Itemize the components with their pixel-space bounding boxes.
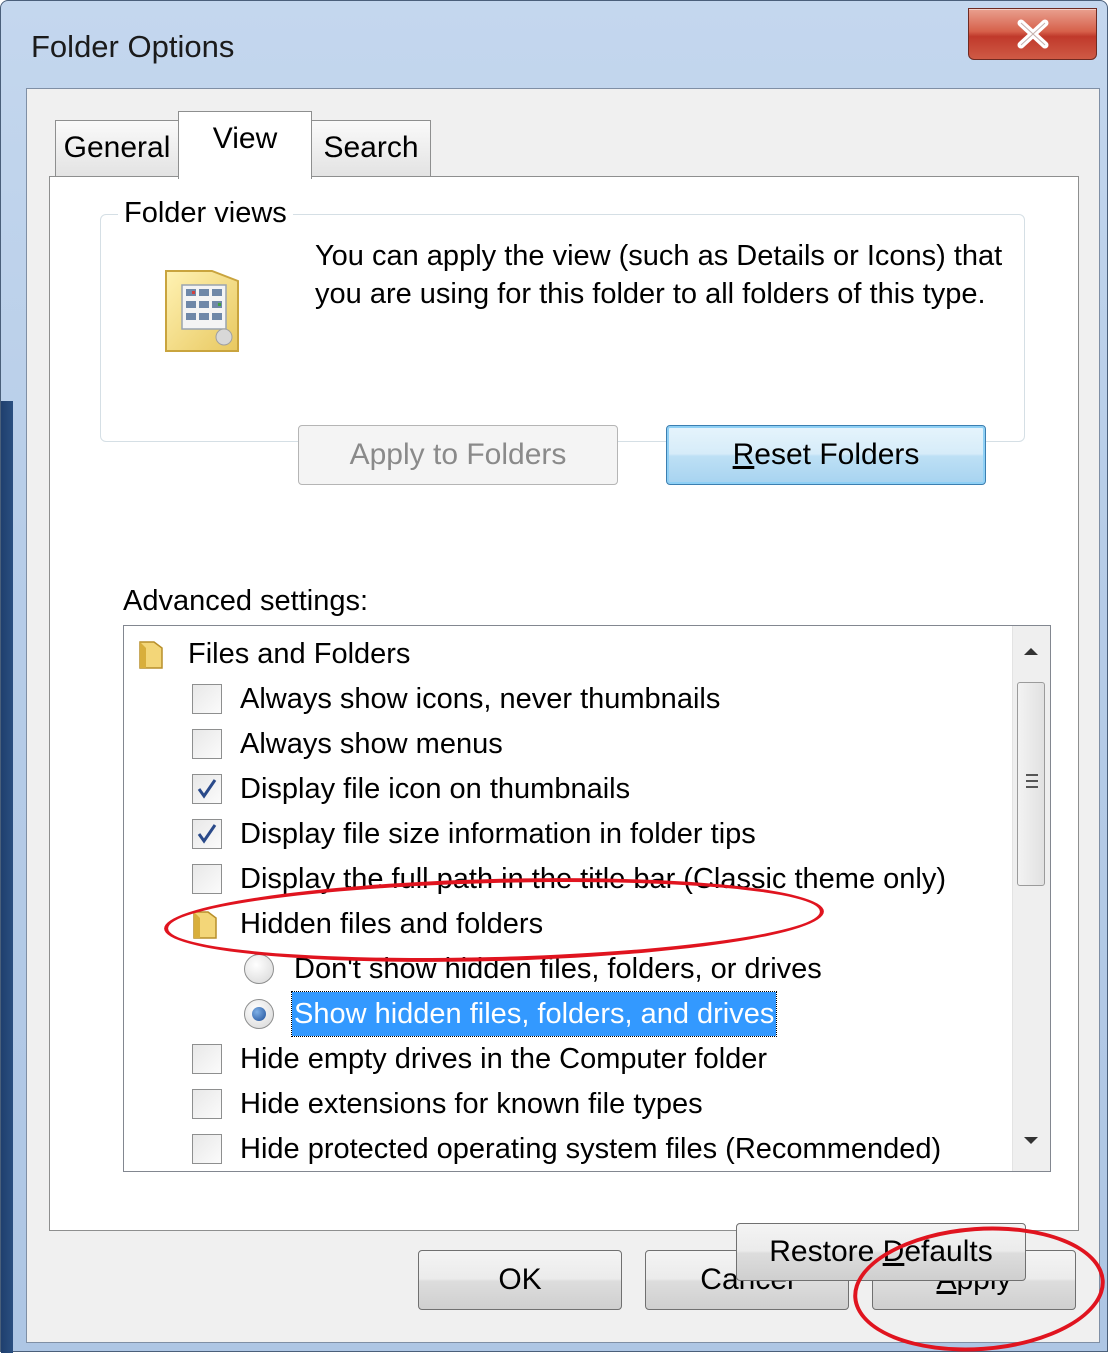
checkbox-label: Hide empty drives in the Computer folder — [240, 1043, 768, 1075]
ok-button[interactable]: OK — [418, 1250, 622, 1310]
background-window-edge — [1, 401, 13, 1353]
radio-button[interactable] — [244, 954, 274, 984]
reset-mnemonic: R — [732, 438, 755, 471]
tab-label: View — [212, 122, 278, 155]
scroll-thumb[interactable] — [1017, 682, 1045, 886]
tab-view[interactable]: View — [178, 111, 312, 179]
folder-views-label: Folder views — [118, 197, 293, 230]
tab-search[interactable]: Search — [311, 120, 431, 176]
checkmark-icon — [197, 779, 217, 799]
apply-to-folders-button[interactable]: Apply to Folders — [298, 425, 618, 485]
close-button[interactable] — [968, 8, 1097, 60]
tab-label: General — [63, 131, 171, 164]
tab-label: Search — [323, 131, 419, 164]
checkbox[interactable] — [192, 1134, 222, 1164]
grip-icon — [1026, 774, 1038, 788]
checkbox-label: Always show icons, never thumbnails — [240, 683, 721, 715]
checkbox-label: Display file size information in folder … — [240, 818, 756, 850]
checkbox[interactable] — [192, 1044, 222, 1074]
folder-options-window: Folder Options General View Search Folde… — [0, 0, 1108, 1360]
reset-label: eset Folders — [754, 438, 920, 471]
view-tab-panel: Folder views You can apply the view (suc… — [49, 176, 1079, 1281]
checkbox-label: Always show menus — [240, 728, 503, 760]
folder-view-icon — [162, 267, 242, 364]
scroll-up-arrow-icon[interactable] — [1021, 644, 1041, 658]
folder-views-description: You can apply the view (such as Details … — [315, 240, 1003, 310]
reset-folders-button[interactable]: Reset Folders — [666, 425, 986, 485]
radio-button-selected[interactable] — [244, 999, 274, 1029]
checkbox[interactable] — [192, 819, 222, 849]
close-icon — [1017, 19, 1048, 49]
radio-dot — [252, 1007, 266, 1021]
checkbox-label: Hide protected operating system files (R… — [240, 1133, 942, 1165]
scroll-down-arrow-icon[interactable] — [1021, 1134, 1041, 1148]
radio-label-selected: Show hidden files, folders, and drives — [290, 991, 778, 1037]
restore-label-prefix: Restore — [769, 1235, 883, 1268]
checkmark-icon — [197, 824, 217, 844]
checkbox[interactable] — [192, 1089, 222, 1119]
checkbox[interactable] — [192, 774, 222, 804]
advanced-settings-label: Advanced settings: — [123, 585, 369, 617]
vertical-scrollbar[interactable] — [1012, 626, 1050, 1171]
folder-icon — [139, 641, 163, 669]
dialog-body: General View Search Folder views You can… — [26, 88, 1100, 1343]
checkbox-label: Display file icon on thumbnails — [240, 773, 631, 805]
checkbox[interactable] — [192, 864, 222, 894]
window-title: Folder Options — [31, 29, 235, 64]
checkbox[interactable] — [192, 729, 222, 759]
group-label: Files and Folders — [188, 638, 411, 670]
tab-general[interactable]: General — [55, 120, 179, 176]
checkbox[interactable] — [192, 684, 222, 714]
checkbox-label: Hide extensions for known file types — [240, 1088, 703, 1120]
